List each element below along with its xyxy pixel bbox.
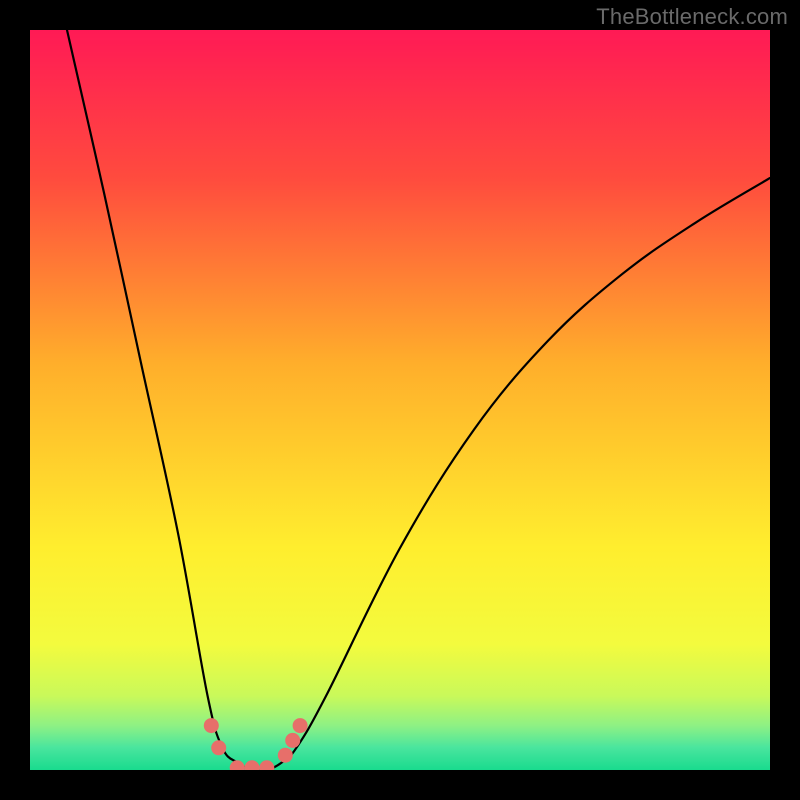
data-marker (211, 740, 226, 755)
data-marker (278, 748, 293, 763)
curve-markers (204, 718, 308, 770)
data-marker (204, 718, 219, 733)
data-marker (259, 760, 274, 770)
data-marker (293, 718, 308, 733)
data-marker (230, 760, 245, 770)
bottleneck-curve (67, 30, 770, 770)
watermark: TheBottleneck.com (596, 4, 788, 30)
plot-area (30, 30, 770, 770)
data-marker (285, 733, 300, 748)
curve-layer (30, 30, 770, 770)
data-marker (245, 760, 260, 770)
chart-frame: TheBottleneck.com (0, 0, 800, 800)
